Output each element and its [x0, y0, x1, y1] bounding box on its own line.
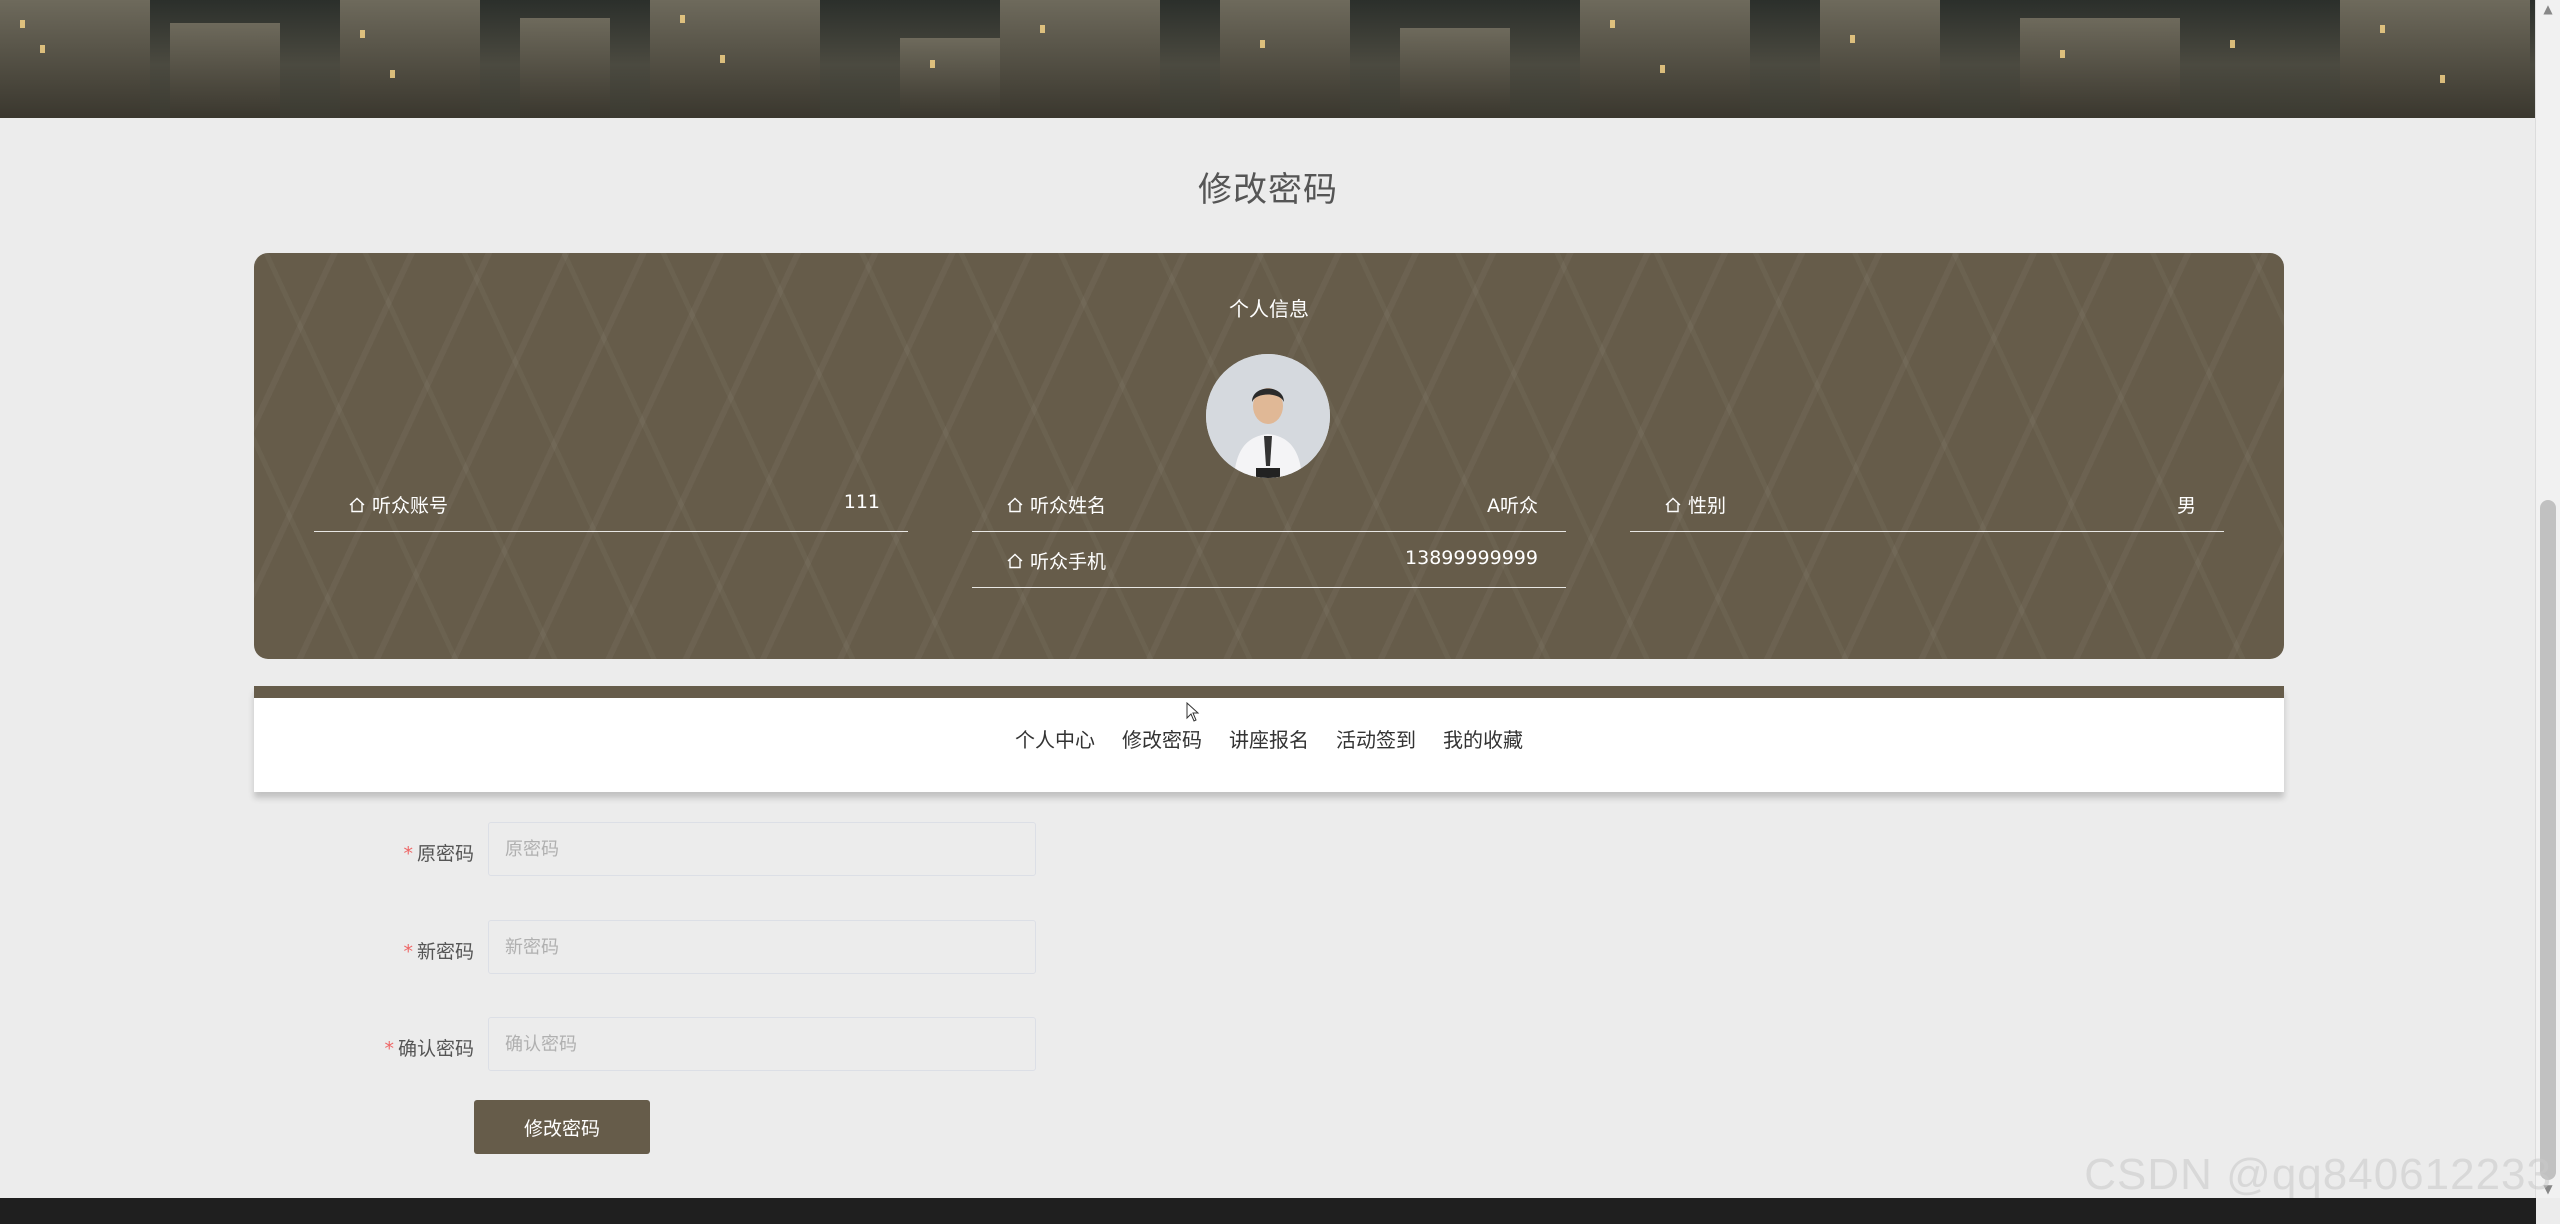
profile-heading: 个人信息 — [1229, 297, 1309, 321]
new-password-label: * 新密码 — [403, 941, 474, 963]
avatar — [1206, 354, 1330, 478]
field-account-label: 听众账号 — [372, 495, 449, 517]
required-asterisk: * — [403, 941, 413, 963]
old-password-input[interactable] — [488, 822, 1036, 876]
tab-lecture-registration[interactable]: 讲座报名 — [1229, 724, 1309, 753]
watermark: CSDN @qq840612233 — [2084, 1150, 2552, 1199]
vertical-scrollbar[interactable]: ▲ ▼ — [2535, 0, 2560, 1198]
field-gender: 性别 男 — [1630, 475, 2224, 532]
page: ▲ ▼ 修改密码 个人信息 听众账号 111 听众姓名 A听众 性别 男 听众手… — [0, 0, 2560, 1224]
home-icon — [349, 497, 365, 512]
mouse-cursor-icon — [1186, 702, 1200, 722]
footer-bar — [0, 1198, 2536, 1224]
confirm-password-label: * 确认密码 — [384, 1038, 474, 1060]
field-phone-value: 13899999999 — [1405, 547, 1538, 569]
home-icon — [1007, 553, 1023, 568]
required-asterisk: * — [403, 843, 413, 865]
field-name-value: A听众 — [1487, 495, 1538, 517]
page-title: 修改密码 — [1198, 170, 1338, 210]
tab-my-favorites[interactable]: 我的收藏 — [1443, 724, 1523, 753]
scroll-up-icon[interactable]: ▲ — [2536, 0, 2560, 18]
old-password-label: * 原密码 — [403, 843, 474, 865]
home-icon — [1007, 497, 1023, 512]
field-account-value: 111 — [843, 491, 880, 513]
home-icon — [1665, 497, 1681, 512]
field-name-label: 听众姓名 — [1030, 495, 1107, 517]
required-asterisk: * — [384, 1038, 394, 1060]
hero-banner-image — [0, 0, 2536, 118]
field-gender-label: 性别 — [1688, 495, 1727, 517]
tab-personal-center[interactable]: 个人中心 — [1015, 724, 1095, 753]
tab-list: 个人中心 修改密码 讲座报名 活动签到 我的收藏 — [254, 724, 2284, 753]
change-password-button[interactable]: 修改密码 — [474, 1100, 650, 1154]
confirm-password-row: * 确认密码 — [254, 1017, 1354, 1073]
confirm-password-input[interactable] — [488, 1017, 1036, 1071]
tab-change-password[interactable]: 修改密码 — [1122, 724, 1202, 753]
scroll-thumb[interactable] — [2540, 500, 2556, 1180]
field-account: 听众账号 111 — [314, 475, 908, 532]
field-phone-label: 听众手机 — [1030, 551, 1107, 573]
old-password-row: * 原密码 — [254, 822, 1354, 878]
tab-activity-checkin[interactable]: 活动签到 — [1336, 724, 1416, 753]
profile-info-card: 个人信息 听众账号 111 听众姓名 A听众 性别 男 听众手机 1389999… — [254, 253, 2284, 659]
field-phone: 听众手机 13899999999 — [972, 531, 1566, 588]
new-password-input[interactable] — [488, 920, 1036, 974]
new-password-row: * 新密码 — [254, 920, 1354, 976]
field-gender-value: 男 — [2176, 495, 2196, 517]
field-name: 听众姓名 A听众 — [972, 475, 1566, 532]
user-center-tabbar: 个人中心 修改密码 讲座报名 活动签到 我的收藏 — [254, 686, 2284, 792]
